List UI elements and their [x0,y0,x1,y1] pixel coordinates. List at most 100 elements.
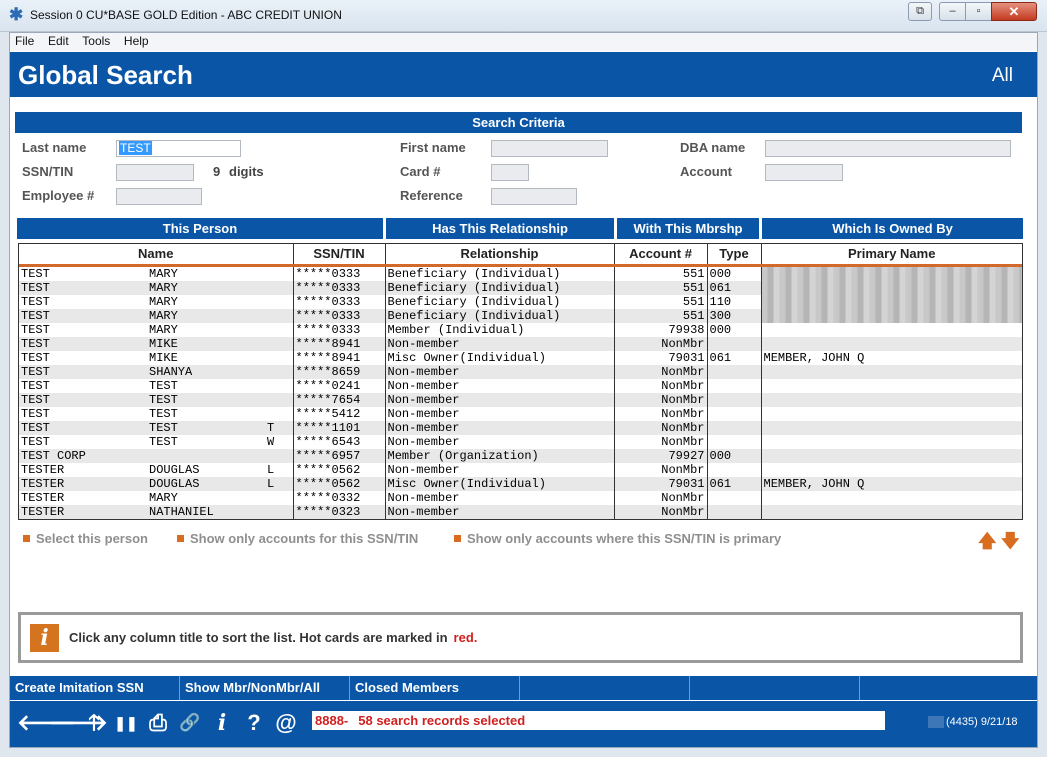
column-type[interactable]: Type [707,244,762,267]
back-arrow-icon[interactable]: 🡐 [17,711,76,735]
session-icon [928,716,944,728]
table-row[interactable]: TEST TEST T *****1101 Non-member NonMbr [19,420,1022,435]
cell-relationship: Non-member [385,490,615,505]
system-info: (4435) 9/21/18 [946,716,1018,728]
minimize-button[interactable]: – [939,2,966,21]
arrow-up-icon[interactable]: 🡅 [978,529,997,559]
account-label: Account [680,164,732,179]
cell-primary-name: MEMBER, JOHN Q [763,350,865,365]
name-first: MARY [149,308,178,323]
show-mbr-nonmbr-button[interactable]: Show Mbr/NonMbr/All [180,676,350,700]
at-icon[interactable]: @ [273,711,299,735]
cell-type: 061 [707,280,762,295]
cell-name: TEST MARY [19,322,294,337]
table-row[interactable]: TEST TEST *****7654 Non-member NonMbr [19,392,1022,407]
help-icon[interactable]: ? [241,711,267,735]
column-name[interactable]: Name [19,244,294,267]
cell-relationship: Misc Owner(Individual) [385,350,615,365]
cell-type [707,420,762,435]
table-row[interactable]: TEST MARY *****0333 Beneficiary (Individual… [19,280,1022,295]
cell-primary-name [761,392,1022,407]
table-row[interactable]: TESTER DOUGLAS L *****0562 Misc Owner(Indivi… [19,476,1022,491]
cell-primary-name [761,420,1022,435]
dba-name-input[interactable] [765,140,1011,157]
table-row[interactable]: TEST MARY *****0333 Beneficiary (Individual… [19,294,1022,309]
cell-relationship: Non-member [385,378,615,393]
forward-arrow-icon[interactable]: 🡒 [49,711,108,735]
cell-type [707,336,762,351]
account-input[interactable] [765,164,843,181]
name-first: MARY [149,280,178,295]
cell-ssn: *****0562 [293,476,386,491]
cell-relationship: Beneficiary (Individual) [385,308,615,323]
app-icon: ✱ [9,5,24,24]
cell-ssn: *****0333 [293,265,386,281]
table-row[interactable]: TEST CORP *****6957 Member (Organization) 7… [19,448,1022,463]
create-imitation-ssn-button[interactable]: Create Imitation SSN [10,676,180,700]
reference-input[interactable] [491,188,577,205]
menu-help[interactable]: Help [119,33,154,48]
name-last: TEST [21,336,50,351]
cell-name: TEST TEST [19,406,294,421]
column-primary-name[interactable]: Primary Name [761,244,1022,267]
restore-session-button[interactable]: ⧉ [908,2,932,21]
table-row[interactable]: TESTER DOUGLAS L *****0562 Non-member NonMbr [19,462,1022,477]
link-icon[interactable]: 🔗 [177,711,203,735]
table-row[interactable]: TEST MARY *****0333 Member (Individual) 7993… [19,322,1022,337]
info-toolbar-icon[interactable]: i [209,711,235,735]
column-account[interactable]: Account # [614,244,708,267]
cell-account: NonMbr [614,462,708,477]
name-last: TESTER [21,504,65,519]
column-relationship[interactable]: Relationship [385,244,615,267]
menu-edit[interactable]: Edit [43,33,74,48]
table-row[interactable]: TEST SHANYA *****8659 Non-member NonMbr [19,364,1022,379]
show-accounts-option[interactable]: Show only accounts for this SSN/TIN [177,531,418,546]
name-first: TEST [149,406,178,421]
table-row[interactable]: TESTER MARY *****0332 Non-member NonMbr [19,490,1022,505]
table-row[interactable]: TESTER NATHANIEL *****0323 Non-member NonMbr [19,504,1022,519]
ssn-input[interactable] [116,164,194,181]
print-icon[interactable]: ⎙ [145,711,171,735]
table-row[interactable]: TEST MARY *****0333 Beneficiary (Individual… [19,265,1022,281]
ssn-label: SSN/TIN [22,164,74,179]
menu-tools[interactable]: Tools [77,33,115,48]
cell-relationship: Misc Owner(Individual) [385,476,615,491]
cell-ssn: *****0333 [293,322,386,337]
table-row[interactable]: TEST TEST *****0241 Non-member NonMbr [19,378,1022,393]
reference-label: Reference [400,188,463,203]
cell-account: 79927 [614,448,708,463]
cell-ssn: *****8941 [293,350,386,365]
name-mi: T [267,420,275,435]
table-row[interactable]: TEST TEST W *****6543 Non-member NonMbr [19,434,1022,449]
table-row[interactable]: TEST MARY *****0333 Beneficiary (Individual… [19,308,1022,323]
maximize-button[interactable]: ▫ [965,2,992,21]
show-primary-option[interactable]: Show only accounts where this SSN/TIN is… [454,531,781,546]
cell-account: 79031 [614,350,708,365]
card-input[interactable] [491,164,529,181]
cell-ssn: *****5412 [293,406,386,421]
table-row[interactable]: TEST TEST *****5412 Non-member NonMbr [19,406,1022,421]
last-name-input[interactable]: TEST [116,140,241,157]
group-owned-by: Which Is Owned By [762,218,1023,239]
table-row[interactable]: TEST MIKE *****8941 Misc Owner(Individual) 7… [19,350,1022,365]
close-button[interactable]: ✕ [991,2,1037,21]
first-name-input[interactable] [491,140,608,157]
column-ssn[interactable]: SSN/TIN [293,244,386,267]
select-person-option[interactable]: Select this person [23,531,148,546]
results-grid: Name SSN/TIN Relationship Account # Type… [18,243,1023,520]
cell-name: TEST TEST [19,392,294,407]
arrow-down-icon[interactable]: 🡇 [1001,529,1020,559]
employee-input[interactable] [116,188,202,205]
bottom-toolbar: 🡐 🡒 🡑 ❚❚ ⎙ 🔗 i ? @ 8888- 58 search record… [10,701,1037,747]
page-title: Global Search [18,60,193,90]
menu-file[interactable]: File [10,33,39,48]
table-row[interactable]: TEST MIKE *****8941 Non-member NonMbr [19,336,1022,351]
up-arrow-icon[interactable]: 🡑 [81,711,107,735]
cell-name: TEST MARY [19,308,294,323]
cell-primary-name [761,379,1022,393]
closed-members-button[interactable]: Closed Members [350,676,520,700]
cell-account: 551 [614,308,708,323]
info-icon: i [30,624,59,652]
pause-icon[interactable]: ❚❚ [113,711,139,735]
cell-account: NonMbr [614,378,708,393]
